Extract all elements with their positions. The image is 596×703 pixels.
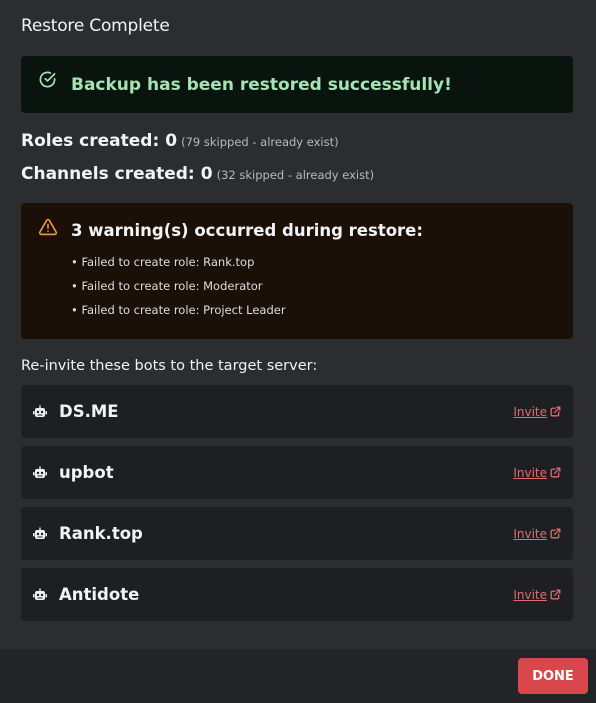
invite-link-dsme[interactable]: Invite (513, 405, 561, 419)
bot-name: Rank.top (59, 524, 143, 543)
channels-skipped-note: (32 skipped - already exist) (216, 168, 375, 182)
invite-label: Invite (513, 587, 547, 602)
invite-label: Invite (513, 404, 547, 419)
robot-icon (33, 466, 47, 478)
bot-list: DS.ME Invite upbot Invite Rank.top Invit… (21, 385, 573, 621)
robot-icon (33, 527, 47, 539)
roles-skipped-note: (79 skipped - already exist) (181, 135, 339, 149)
invite-label: Invite (513, 465, 547, 480)
robot-icon (33, 405, 47, 417)
bot-name: DS.ME (59, 402, 119, 421)
external-link-icon (550, 467, 561, 478)
success-message: Backup has been restored successfully! (71, 74, 452, 95)
modal-body: Backup has been restored successfully! R… (0, 52, 596, 621)
warning-item: • Failed to create role: Moderator (71, 279, 263, 293)
restore-complete-modal: Restore Complete Backup has been restore… (0, 0, 596, 703)
modal-footer: DONE (0, 649, 596, 703)
invite-link-ranktop[interactable]: Invite (513, 527, 561, 541)
modal-title: Restore Complete (21, 16, 170, 36)
channels-created-value: 0 (200, 164, 213, 184)
robot-icon (33, 588, 47, 600)
invite-link-upbot[interactable]: Invite (513, 466, 561, 480)
done-button[interactable]: DONE (518, 658, 588, 694)
modal-header: Restore Complete (0, 0, 596, 52)
channels-created-stat: Channels created: 0 (32 skipped - alread… (21, 164, 573, 184)
warning-item: • Failed to create role: Rank.top (71, 255, 255, 269)
roles-created-stat: Roles created: 0 (79 skipped - already e… (21, 131, 573, 151)
check-circle-icon (39, 71, 56, 88)
reinvite-label: Re-invite these bots to the target serve… (21, 358, 318, 374)
invite-link-antidote[interactable]: Invite (513, 588, 561, 602)
roles-created-label: Roles created: (21, 131, 160, 151)
bot-row-dsme: DS.ME Invite (21, 385, 573, 438)
channels-created-label: Channels created: (21, 164, 195, 184)
warning-item: • Failed to create role: Project Leader (71, 303, 286, 317)
warning-panel: 3 warning(s) occurred during restore: • … (21, 203, 573, 339)
bot-row-antidote: Antidote Invite (21, 568, 573, 621)
success-banner: Backup has been restored successfully! (21, 56, 573, 113)
warning-list: • Failed to create role: Rank.top • Fail… (71, 250, 557, 322)
bot-name: upbot (59, 463, 114, 482)
bot-row-ranktop: Rank.top Invite (21, 507, 573, 560)
external-link-icon (550, 406, 561, 417)
bot-row-upbot: upbot Invite (21, 446, 573, 499)
roles-created-value: 0 (165, 131, 178, 151)
warning-triangle-icon (38, 218, 58, 236)
external-link-icon (550, 528, 561, 539)
warning-title: 3 warning(s) occurred during restore: (71, 221, 423, 240)
bot-name: Antidote (59, 585, 140, 604)
external-link-icon (550, 589, 561, 600)
invite-label: Invite (513, 526, 547, 541)
